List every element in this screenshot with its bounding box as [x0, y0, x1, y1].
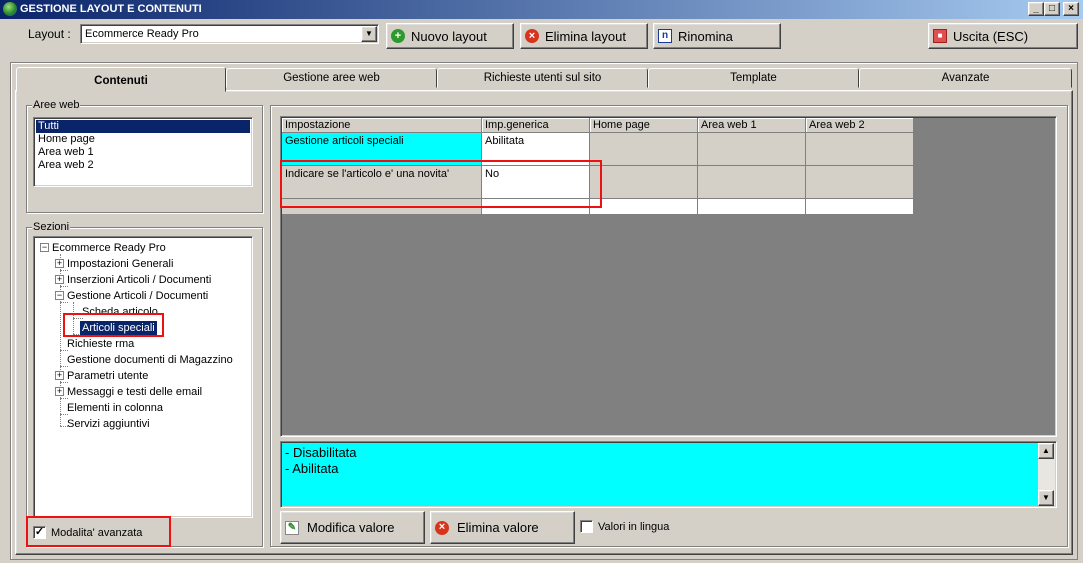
expand-icon[interactable]: + [55, 387, 64, 396]
list-item[interactable]: Tutti [36, 120, 250, 133]
value-option: - Abilitata [285, 461, 339, 476]
settings-grid[interactable]: Impostazione Imp.generica Home page Area… [280, 116, 1057, 437]
sections-tree[interactable]: − + + − + + Ecommerce Ready Pro Impostaz… [33, 236, 253, 518]
layout-select-value: Ecommerce Ready Pro [85, 28, 199, 40]
tree-node-articoli-speciali[interactable]: Articoli speciali [79, 320, 158, 336]
app-icon [3, 2, 17, 16]
table-row-cell[interactable] [806, 133, 914, 166]
tree-node-gestione-articoli[interactable]: Gestione Articoli / Documenti [67, 289, 208, 303]
tree-node-documenti-magazzino[interactable]: Gestione documenti di Magazzino [67, 353, 233, 367]
list-item[interactable]: Area web 2 [36, 159, 250, 172]
web-areas-legend: Aree web [32, 99, 81, 111]
lang-values-checkbox[interactable]: Valori in lingua [580, 520, 669, 533]
table-row-cell[interactable] [590, 166, 698, 199]
grid-header[interactable]: Area web 2 [806, 118, 914, 133]
delete-value-label: Elimina valore [457, 520, 539, 535]
rename-button[interactable]: n Rinomina [653, 23, 781, 49]
table-row-cell[interactable]: Abilitata [482, 133, 590, 166]
delete-layout-label: Elimina layout [545, 28, 626, 44]
checkbox-checked-icon[interactable]: ✓ [33, 526, 46, 539]
grid-header[interactable]: Home page [590, 118, 698, 133]
tab-template[interactable]: Template [648, 68, 859, 88]
title-bar: GESTIONE LAYOUT E CONTENUTI _ □ × [0, 0, 1083, 19]
tree-node-scheda-articolo[interactable]: Scheda articolo [82, 305, 158, 319]
scroll-down-icon[interactable]: ▼ [1038, 490, 1054, 506]
chevron-down-icon[interactable]: ▼ [361, 26, 377, 42]
values-box[interactable]: - Disabilitata - Abilitata ▲ ▼ [280, 441, 1057, 508]
scrollbar[interactable]: ▲ ▼ [1038, 443, 1055, 506]
expand-icon[interactable]: + [55, 371, 64, 380]
exit-button[interactable]: ■ Uscita (ESC) [928, 23, 1078, 49]
table-row-cell[interactable] [590, 133, 698, 166]
tree-node-parametri-utente[interactable]: Parametri utente [67, 369, 148, 383]
table-row-cell[interactable] [698, 133, 806, 166]
rename-label: Rinomina [678, 28, 733, 44]
grid-header[interactable]: Impostazione [282, 118, 482, 133]
tree-node-servizi-aggiuntivi[interactable]: Servizi aggiuntivi [67, 417, 150, 431]
delete-layout-button[interactable]: × Elimina layout [520, 23, 648, 49]
window-title: GESTIONE LAYOUT E CONTENUTI [20, 3, 202, 15]
tree-node-messaggi-email[interactable]: Messaggi e testi delle email [67, 385, 202, 399]
lang-values-label: Valori in lingua [598, 520, 670, 533]
maximize-button[interactable]: □ [1044, 2, 1060, 16]
exit-label: Uscita (ESC) [953, 28, 1029, 44]
close-button[interactable]: × [1063, 2, 1079, 16]
list-item[interactable]: Area web 1 [36, 146, 250, 159]
tab-gestione-aree-web[interactable]: Gestione aree web [226, 68, 437, 88]
delete-icon: × [525, 29, 539, 43]
tab-contenuti[interactable]: Contenuti [16, 67, 226, 92]
advanced-mode-label: Modalita' avanzata [51, 526, 143, 539]
minimize-button[interactable]: _ [1028, 2, 1044, 16]
table-row-cell[interactable]: Indicare se l'articolo e' una novita' [282, 166, 482, 199]
table-row-cell[interactable] [698, 199, 806, 215]
tab-avanzate[interactable]: Avanzate [859, 68, 1072, 88]
advanced-mode-checkbox[interactable]: ✓ Modalita' avanzata [33, 526, 142, 539]
value-option: - Disabilitata [285, 445, 357, 460]
table-row-cell[interactable] [806, 199, 914, 215]
new-layout-label: Nuovo layout [411, 28, 487, 44]
tab-richieste-utenti[interactable]: Richieste utenti sul sito [437, 68, 648, 88]
new-layout-button[interactable]: + Nuovo layout [386, 23, 514, 49]
layout-select[interactable]: Ecommerce Ready Pro ▼ [80, 24, 379, 44]
web-areas-list[interactable]: Tutti Home page Area web 1 Area web 2 [33, 117, 253, 187]
edit-value-label: Modifica valore [307, 520, 395, 535]
exit-icon: ■ [933, 29, 947, 43]
tree-node-elementi-colonna[interactable]: Elementi in colonna [67, 401, 163, 415]
table-row-cell[interactable]: Gestione articoli speciali [282, 133, 482, 166]
edit-icon: ✎ [285, 520, 299, 535]
expand-icon[interactable]: + [55, 275, 64, 284]
tree-node-root[interactable]: Ecommerce Ready Pro [52, 241, 166, 255]
grid-header[interactable]: Area web 1 [698, 118, 806, 133]
table-row-cell[interactable] [590, 199, 698, 215]
layout-label: Layout : [28, 27, 71, 41]
plus-icon: + [391, 29, 405, 43]
tree-node-richieste-rma[interactable]: Richieste rma [67, 337, 134, 351]
delete-icon: × [435, 520, 449, 535]
tree-node-impostazioni-generali[interactable]: Impostazioni Generali [67, 257, 173, 271]
collapse-icon[interactable]: − [40, 243, 49, 252]
table-row-cell[interactable] [806, 166, 914, 199]
delete-value-button[interactable]: × Elimina valore [430, 511, 575, 544]
table-row-cell[interactable]: No [482, 166, 590, 199]
grid-header[interactable]: Imp.generica [482, 118, 590, 133]
collapse-icon[interactable]: − [55, 291, 64, 300]
tree-node-inserzioni[interactable]: Inserzioni Articoli / Documenti [67, 273, 211, 287]
rename-icon: n [658, 29, 672, 43]
list-item[interactable]: Home page [36, 133, 250, 146]
table-row-cell[interactable] [282, 199, 482, 215]
edit-value-button[interactable]: ✎ Modifica valore [280, 511, 425, 544]
table-row-cell[interactable] [698, 166, 806, 199]
table-row-cell[interactable] [482, 199, 590, 215]
checkbox-unchecked-icon[interactable] [580, 520, 593, 533]
sections-legend: Sezioni [32, 221, 71, 233]
expand-icon[interactable]: + [55, 259, 64, 268]
scroll-up-icon[interactable]: ▲ [1038, 443, 1054, 459]
